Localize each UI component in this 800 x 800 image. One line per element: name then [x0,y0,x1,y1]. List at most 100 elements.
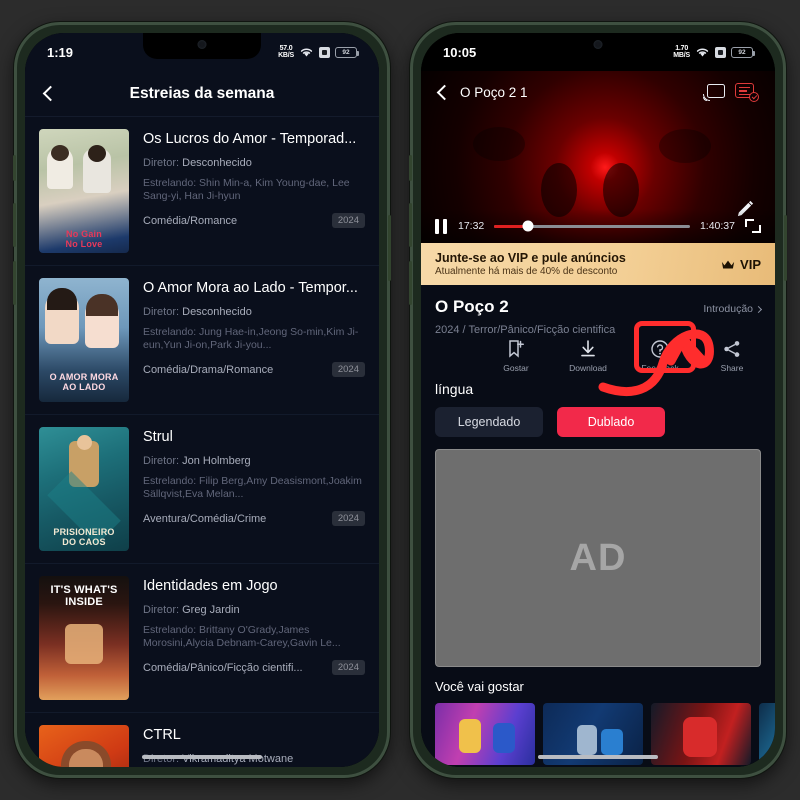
movie-title: CTRL [143,727,181,743]
video-player[interactable]: O Poço 2 1 17:32 1:40:37 [421,71,775,243]
language-option-subtitled[interactable]: Legendado [435,407,543,437]
feedback-button[interactable]: Feedback [635,338,685,373]
progress-bar[interactable] [494,220,690,232]
poster-thumbnail[interactable]: O AMOR MORA AO LADO [39,278,129,402]
year-badge: 2024 [331,660,365,675]
poster-thumbnail[interactable]: IT'S WHAT'S INSIDE [39,576,129,700]
status-indicators: 57.0 KB/S 92 [278,45,359,60]
movie-genre: Aventura/Comédia/Crime [143,512,267,525]
phone-volume-up-button[interactable] [13,203,16,247]
movie-list[interactable]: No Gain No Love Os Lucros do Amor - Tempo… [25,117,379,767]
vip-badge[interactable]: VIP [721,257,761,272]
sim-indicator-icon [319,46,330,58]
player-nav-bar: O Poço 2 1 [421,71,775,113]
recommendation-card[interactable] [435,703,535,765]
like-label: Gostar [503,363,529,373]
list-item[interactable]: PRISIONEIRO DO CAOS Strul Diretor: Jon Ho… [25,415,379,564]
share-button[interactable]: Share [707,338,757,373]
progress-knob[interactable] [522,220,534,232]
phone-volume-down-button[interactable] [13,261,16,305]
cast-icon[interactable] [703,83,725,101]
action-bar: Gostar Download Feedback Share [435,338,761,373]
home-indicator[interactable] [142,755,262,759]
front-camera-icon [197,40,207,49]
home-indicator[interactable] [538,755,658,759]
director-value: Desconhecido [182,306,252,318]
right-app-body: O Poço 2 1 17:32 1:40:37 Junte-se ao VIP… [421,71,775,767]
movie-director: Diretor: Greg Jardin [143,603,365,617]
vip-text-block: Junte-se ao VIP e pule anúncios Atualmen… [435,251,626,277]
year-badge: 2024 [331,362,365,377]
recommendation-card[interactable] [651,703,751,765]
year-badge: 2024 [331,511,365,526]
share-label: Share [720,363,744,373]
total-time: 1:40:37 [699,220,735,232]
introduction-link[interactable]: Introdução [703,303,763,315]
battery-icon: 92 [731,46,755,58]
director-label: Diretor: [143,604,180,616]
poster-thumbnail[interactable]: CTRL [39,725,129,767]
player-controls[interactable]: 17:32 1:40:37 [421,209,775,243]
left-app-body: Estreias da semana No Gain No Love Os Lu… [25,71,379,767]
cast-label: Estrelando: [143,326,197,338]
pause-icon[interactable] [435,218,448,234]
year-badge: 2024 [331,213,365,228]
phone-volume-down-button[interactable] [409,261,412,305]
list-item[interactable]: No Gain No Love Os Lucros do Amor - Tempo… [25,117,379,266]
phone-power-button[interactable] [388,215,391,281]
movie-director: Diretor: Desconhecido [143,305,365,319]
language-options: Legendado Dublado [435,407,761,449]
language-section-title: língua [435,381,474,397]
content-detail: O Poço 2 Introdução 2024 / Terror/Pânico… [421,285,775,449]
battery-icon: 92 [335,46,359,58]
left-phone-device: 1:19 57.0 KB/S 92 Estreias da semana No … [13,22,391,778]
screenshot-root: 1:19 57.0 KB/S 92 Estreias da semana No … [0,0,800,800]
movie-genre: Comédia/Drama/Romance [143,363,274,376]
chevron-left-icon [42,85,59,102]
download-button[interactable]: Download [563,338,613,373]
list-item[interactable]: O AMOR MORA AO LADO O Amor Mora ao Lado -… [25,266,379,415]
movie-cast: Estrelando: Filip Berg,Amy Deasismont,Jo… [143,475,365,501]
like-button[interactable]: Gostar [491,338,541,373]
wifi-icon [300,48,313,57]
movie-genre-row: Comédia/Drama/Romance 2024 [143,362,365,377]
vip-banner[interactable]: Junte-se ao VIP e pule anúncios Atualmen… [421,243,775,285]
download-label: Download [569,363,607,373]
phone-silent-switch[interactable] [409,155,412,181]
network-speed-indicator: 1.70 MB/S [673,44,690,60]
vip-subline: Atualmente há mais de 40% de desconto [435,266,618,277]
download-icon [563,338,613,360]
cast-label: Estrelando: [143,624,197,636]
list-item[interactable]: IT'S WHAT'S INSIDE Identidades em Jogo Di… [25,564,379,713]
movie-title: Identidades em Jogo [143,578,278,594]
phone-power-button[interactable] [784,215,787,281]
recommendation-card[interactable] [759,703,775,765]
movie-director: Diretor: Desconhecido [143,156,365,170]
language-option-dubbed[interactable]: Dublado [557,407,665,437]
movie-genre: Comédia/Romance [143,214,238,227]
phone-silent-switch[interactable] [13,155,16,181]
ad-placeholder[interactable]: AD [435,449,761,667]
fullscreen-icon[interactable] [745,219,761,233]
poster-thumbnail[interactable]: PRISIONEIRO DO CAOS [39,427,129,551]
share-icon [707,338,757,360]
content-year: 2024 [435,324,460,336]
content-genres: Terror/Pânico/Ficção cientifica [468,324,616,336]
movie-genre-row: Comédia/Pânico/Ficção cientifi... 2024 [143,660,365,675]
cast-label: Estrelando: [143,177,197,189]
phone-volume-up-button[interactable] [409,203,412,247]
poster-thumbnail[interactable]: No Gain No Love [39,129,129,253]
back-button[interactable] [42,85,59,102]
movie-info: CTRL Diretor: Vikramaditya Motwane [143,725,365,767]
poster-caption: No Gain No Love [65,229,103,249]
poster-caption: IT'S WHAT'S INSIDE [50,584,118,608]
episode-list-icon[interactable] [735,82,759,102]
movie-cast: Estrelando: Jung Hae-in,Jeong So-min,Kim… [143,326,365,352]
director-value: Greg Jardin [182,604,240,616]
crown-icon [721,260,735,268]
notch [143,33,261,59]
chevron-right-icon [754,305,763,313]
current-time: 17:32 [458,220,485,232]
back-button[interactable] [436,84,453,100]
director-label: Diretor: [143,455,180,467]
